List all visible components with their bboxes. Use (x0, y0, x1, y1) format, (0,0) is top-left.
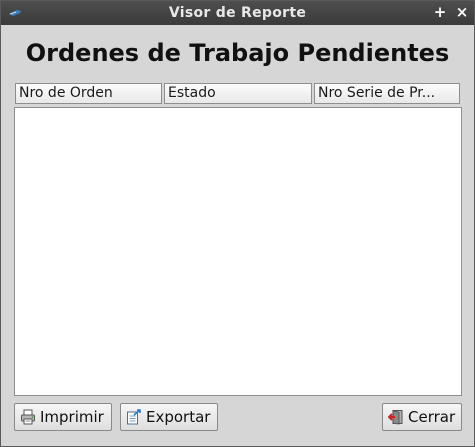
export-button[interactable]: Exportar (120, 403, 218, 431)
title-bar[interactable]: Visor de Reporte + × (1, 1, 474, 25)
exit-door-icon (388, 409, 403, 425)
print-button[interactable]: Imprimir (14, 403, 112, 431)
window-title: Visor de Reporte (168, 5, 307, 21)
report-title: Ordenes de Trabajo Pendientes (25, 39, 450, 67)
report-table-body[interactable] (14, 107, 462, 396)
close-button-label: Cerrar (408, 408, 456, 426)
printer-icon (21, 409, 35, 425)
print-button-label: Imprimir (40, 408, 104, 426)
column-header-serial-number[interactable]: Nro Serie de Pr... (314, 83, 460, 104)
export-button-label: Exportar (146, 408, 211, 426)
report-viewer-window: Visor de Reporte + × Ordenes de Trabajo … (0, 0, 475, 447)
maximize-button[interactable]: + (432, 4, 448, 20)
column-header-order-number[interactable]: Nro de Orden (15, 83, 162, 104)
column-header-status[interactable]: Estado (164, 83, 312, 104)
close-button[interactable]: Cerrar (382, 403, 462, 431)
export-icon (127, 409, 141, 425)
close-window-button[interactable]: × (454, 4, 470, 20)
